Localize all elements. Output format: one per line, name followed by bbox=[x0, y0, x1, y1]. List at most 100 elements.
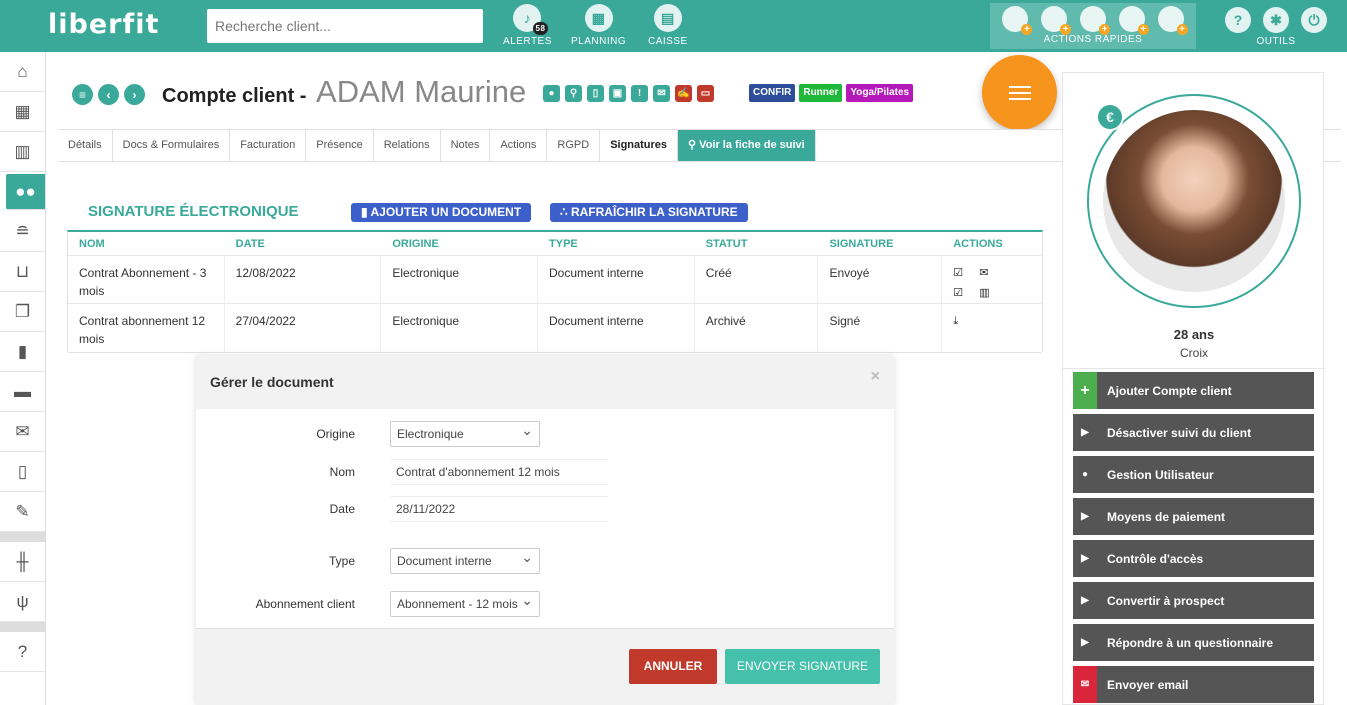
clipboard-icon[interactable]: ▮ bbox=[0, 332, 45, 372]
envelope-icon[interactable]: ✉ bbox=[653, 85, 670, 102]
send-signature-button[interactable]: ENVOYER SIGNATURE bbox=[725, 649, 880, 684]
action-label: Répondre à un questionnaire bbox=[1107, 635, 1274, 650]
col-origine: ORIGINE bbox=[392, 237, 439, 250]
home-icon[interactable]: ⌂ bbox=[0, 52, 45, 92]
type-select[interactable]: Document interne bbox=[390, 548, 540, 574]
runner-icon[interactable]: ⚲ bbox=[565, 85, 582, 102]
tab-signatures[interactable]: Signatures bbox=[600, 130, 679, 161]
play-icon: ▶ bbox=[1073, 414, 1097, 451]
send-email-button[interactable]: ✉ Envoyer email bbox=[1073, 666, 1314, 703]
badge-icon[interactable]: ▣ bbox=[609, 85, 626, 102]
calendar-icon[interactable]: ▦ bbox=[0, 92, 45, 132]
tab-rgpd[interactable]: RGPD bbox=[547, 130, 601, 161]
download-icon[interactable]: ⤓ bbox=[953, 312, 969, 330]
refresh-signature-label: RAFRAÎCHIR LA SIGNATURE bbox=[570, 205, 738, 219]
basket-icon[interactable]: ⊔ bbox=[0, 252, 45, 292]
documents-icon[interactable]: ❐ bbox=[0, 292, 45, 332]
access-control-button[interactable]: ▶ Contrôle d'accès bbox=[1073, 540, 1314, 577]
wrench-icon[interactable]: ✎ bbox=[0, 492, 45, 532]
abonnement-row: Abonnement client Abonnement - 12 mois bbox=[196, 591, 894, 617]
close-icon[interactable]: × bbox=[871, 368, 880, 386]
add-document-button[interactable]: ▮ AJOUTER UN DOCUMENT bbox=[351, 203, 532, 222]
tab-docs-formulaires[interactable]: Docs & Formulaires bbox=[113, 130, 231, 161]
add-coaching-quick-icon[interactable] bbox=[1041, 6, 1072, 35]
cell-type: Document interne bbox=[538, 304, 695, 352]
envelope-icon[interactable]: ✉ bbox=[979, 264, 995, 282]
table-row[interactable]: Contrat Abonnement - 3 mois 12/08/2022 E… bbox=[68, 256, 1042, 304]
tab-presence[interactable]: Présence bbox=[306, 130, 374, 161]
restaurant-icon[interactable]: ψ bbox=[0, 582, 45, 622]
power-icon[interactable]: ⏻ bbox=[1301, 7, 1327, 33]
alert-icon[interactable]: ! bbox=[631, 85, 648, 102]
signature-table: NOM DATE ORIGINE TYPE STATUT SIGNATURE A… bbox=[67, 230, 1043, 353]
cell-origine: Electronique bbox=[381, 256, 539, 303]
date-input[interactable]: 28/11/2022 bbox=[390, 496, 609, 522]
tab-facturation[interactable]: Facturation bbox=[230, 130, 307, 161]
play-icon: ▶ bbox=[1073, 540, 1097, 577]
app-logo[interactable]: liberfit bbox=[48, 9, 159, 40]
user-management-button[interactable]: ● Gestion Utilisateur bbox=[1073, 456, 1314, 493]
tab-actions[interactable]: Actions bbox=[490, 130, 548, 161]
archive-icon[interactable]: ▬ bbox=[0, 372, 45, 412]
next-icon[interactable]: › bbox=[124, 84, 145, 105]
dumbbell-icon[interactable]: ╫ bbox=[0, 542, 45, 582]
tools-label: OUTILS bbox=[1256, 36, 1296, 47]
mail-icon[interactable]: ✉ bbox=[0, 412, 45, 452]
cancel-button[interactable]: ANNULER bbox=[629, 649, 717, 684]
convert-prospect-button[interactable]: ▶ Convertir à prospect bbox=[1073, 582, 1314, 619]
list-icon[interactable]: ≡ bbox=[72, 84, 93, 105]
alertes-label: ALERTES bbox=[503, 36, 552, 47]
add-card-quick-icon[interactable] bbox=[1157, 6, 1188, 35]
settings-icon[interactable]: ✱ bbox=[1263, 7, 1289, 33]
tab-details[interactable]: Détails bbox=[58, 130, 113, 161]
credit-card-icon[interactable]: ▭ bbox=[697, 85, 714, 102]
alertes-button[interactable]: ♪ 58 ALERTES bbox=[503, 4, 552, 47]
check-edit-icon[interactable]: ☑ bbox=[953, 264, 969, 282]
user-icon[interactable]: ● bbox=[543, 85, 560, 102]
calendar-icon: ▦ bbox=[584, 4, 613, 32]
table-row[interactable]: Contrat abonnement 12 mois 27/04/2022 El… bbox=[68, 304, 1042, 352]
client-search-input[interactable] bbox=[207, 9, 483, 43]
answer-questionnaire-button[interactable]: ▶ Répondre à un questionnaire bbox=[1073, 624, 1314, 661]
mobile-icon[interactable]: ▯ bbox=[0, 452, 45, 492]
add-session-quick-icon[interactable] bbox=[1079, 6, 1110, 35]
users-icon[interactable]: ●● bbox=[6, 174, 45, 210]
play-icon: ▶ bbox=[1073, 582, 1097, 619]
menu-fab-button[interactable] bbox=[982, 55, 1057, 130]
question-icon[interactable]: ? bbox=[0, 632, 45, 672]
table-header: NOM DATE ORIGINE TYPE STATUT SIGNATURE A… bbox=[68, 232, 1042, 256]
cell-statut: Archivé bbox=[695, 304, 819, 352]
client-tags: CONFIR Runner Yoga/Pilates bbox=[749, 84, 914, 102]
signature-icon[interactable]: ✍ bbox=[675, 85, 692, 102]
coins-icon[interactable]: ≘ bbox=[0, 212, 45, 252]
tab-fiche-suivi[interactable]: ⚲ Voir la fiche de suivi bbox=[678, 130, 816, 161]
abonnement-select[interactable]: Abonnement - 12 mois bbox=[390, 591, 540, 617]
col-statut: STATUT bbox=[705, 237, 748, 250]
euro-icon[interactable]: € bbox=[1096, 103, 1124, 131]
modal-header: Gérer le document × bbox=[196, 356, 894, 409]
planning-button[interactable]: ▦ PLANNING bbox=[571, 4, 626, 47]
caisse-button[interactable]: ▤ CAISSE bbox=[648, 4, 688, 47]
refresh-signature-button[interactable]: ∴ RAFRAÎCHIR LA SIGNATURE bbox=[550, 203, 748, 222]
cell-date: 27/04/2022 bbox=[225, 304, 382, 352]
tab-relations[interactable]: Relations bbox=[374, 130, 441, 161]
avatar[interactable] bbox=[1103, 110, 1285, 292]
check-edit-icon[interactable]: ☑ bbox=[953, 284, 969, 302]
add-client-account-button[interactable]: + Ajouter Compte client bbox=[1073, 372, 1314, 409]
origine-select[interactable]: Electronique bbox=[390, 421, 540, 447]
nom-input[interactable]: Contrat d'abonnement 12 mois bbox=[390, 459, 609, 485]
door-icon[interactable]: ▯ bbox=[587, 85, 604, 102]
add-client-quick-icon[interactable] bbox=[1002, 6, 1033, 35]
help-icon[interactable]: ? bbox=[1225, 7, 1251, 33]
deactivate-follow-button[interactable]: ▶ Désactiver suivi du client bbox=[1073, 414, 1314, 451]
caisse-label: CAISSE bbox=[648, 36, 688, 47]
modal-footer: ANNULER ENVOYER SIGNATURE bbox=[196, 628, 894, 705]
trash-icon[interactable]: ▥ bbox=[979, 284, 995, 302]
top-bar: liberfit ♪58 ALERTES ▦ PLANNING ▤ CAISSE… bbox=[0, 0, 1347, 52]
previous-icon[interactable]: ‹ bbox=[98, 84, 119, 105]
add-product-quick-icon[interactable] bbox=[1118, 6, 1149, 35]
chart-icon[interactable]: ▥ bbox=[0, 132, 45, 172]
abonnement-label: Abonnement client bbox=[255, 597, 355, 611]
payment-methods-button[interactable]: ▶ Moyens de paiement bbox=[1073, 498, 1314, 535]
tab-notes[interactable]: Notes bbox=[441, 130, 491, 161]
